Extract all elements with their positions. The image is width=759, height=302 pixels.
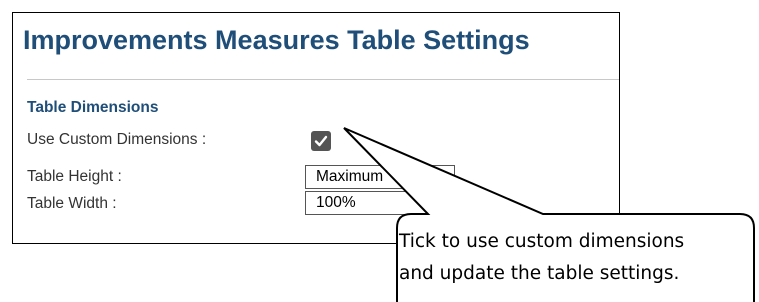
callout-line-1: Tick to use custom dimensions: [399, 231, 685, 252]
callout-line-2: and update the table settings.: [399, 263, 680, 284]
callout-text: Tick to use custom dimensions and update…: [399, 226, 684, 290]
